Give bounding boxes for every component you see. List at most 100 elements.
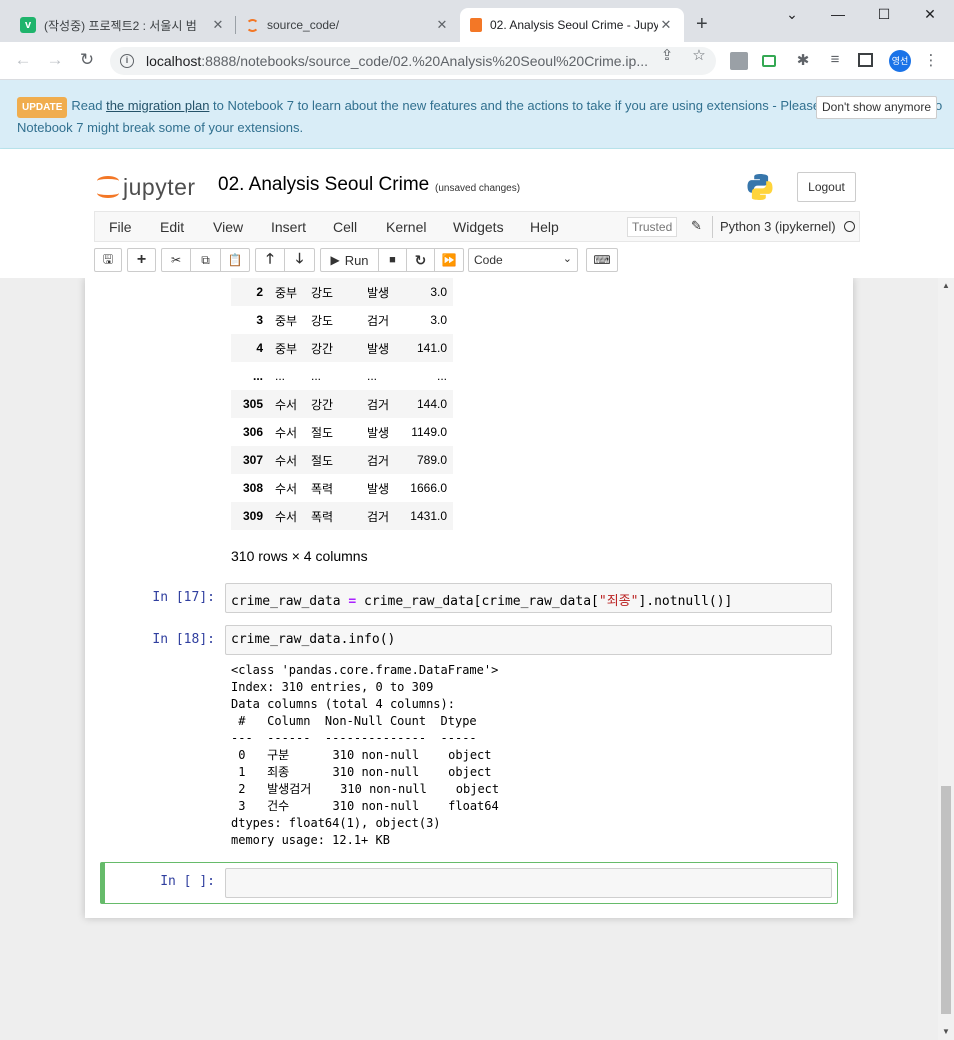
move-up-icon[interactable]: 🡑 <box>256 249 285 271</box>
vrew-v-icon: v <box>20 17 36 33</box>
row-index: 3 <box>256 313 263 327</box>
minimize-icon[interactable]: — <box>828 6 848 22</box>
browser-tab[interactable]: v (작성중) 프로젝트2 : 서울시 범 ✕ <box>10 8 236 42</box>
migration-plan-link[interactable]: the migration plan <box>106 98 209 113</box>
table-cell: 중부 <box>275 313 298 328</box>
jupyter-logo[interactable]: jupyter <box>97 172 196 202</box>
reload-icon[interactable]: ↻ <box>76 50 98 70</box>
forward-icon[interactable]: → <box>44 50 66 70</box>
menu-file[interactable]: File <box>109 219 132 235</box>
code-token: crime_raw_data <box>231 594 349 609</box>
table-cell: 강도 <box>305 278 361 306</box>
code-token: crime_raw_data[crime_raw_data[ <box>356 594 599 609</box>
row-index: 4 <box>231 334 269 362</box>
scrollbar-thumb[interactable] <box>941 786 951 1014</box>
share-icon[interactable]: ⇪ <box>657 46 677 64</box>
trusted-indicator[interactable]: Trusted <box>627 217 678 237</box>
table-cell: 발생 <box>361 278 401 306</box>
browser-tab[interactable]: source_code/ ✕ <box>236 8 460 42</box>
restart-icon[interactable]: ↻ <box>407 249 435 271</box>
move-down-icon[interactable]: 🡓 <box>285 249 314 271</box>
site-info-icon[interactable]: i <box>120 54 134 68</box>
run-label: Run <box>344 252 369 268</box>
notebook-name[interactable]: 02. Analysis Seoul Crime <box>218 174 429 196</box>
dont-show-anymore-button[interactable]: Don't show anymore <box>816 96 937 119</box>
tab-title: 02. Analysis Seoul Crime - Jupy <box>490 18 658 32</box>
keyboard-shortcuts-icon[interactable]: ⌨ <box>587 249 617 271</box>
table-cell: 수서 <box>275 425 298 440</box>
maximize-icon[interactable]: ☐ <box>874 6 894 23</box>
menu-kernel[interactable]: Kernel <box>386 219 426 235</box>
close-icon[interactable]: ✕ <box>210 17 226 33</box>
menu-cell[interactable]: Cell <box>333 219 357 235</box>
table-cell: 발생 <box>367 481 390 496</box>
table-row: ............... <box>231 362 453 390</box>
address-bar[interactable]: i localhost:8888/notebooks/source_code/0… <box>110 47 716 75</box>
new-tab-icon[interactable]: + <box>696 14 708 34</box>
chevron-down-icon: ⌄ <box>562 253 572 265</box>
menubar: File Edit View Insert Cell Kernel Widget… <box>94 211 860 242</box>
menu-help[interactable]: Help <box>530 219 559 235</box>
extension-green-icon[interactable] <box>762 55 776 67</box>
info-output: <class 'pandas.core.frame.DataFrame'> In… <box>231 663 500 847</box>
code-input[interactable]: crime_raw_data.info() <box>225 625 832 655</box>
profile-avatar[interactable]: 영선 <box>889 50 911 72</box>
scroll-up-icon[interactable]: ▲ <box>938 281 954 290</box>
edit-pencil-icon[interactable]: ✎ <box>691 218 702 234</box>
cell-type-select[interactable]: Code ⌄ <box>468 248 578 272</box>
extension-icon[interactable] <box>730 52 748 70</box>
table-cell: 수서 <box>275 481 298 496</box>
logout-button[interactable]: Logout <box>797 172 856 202</box>
table-cell: 1149.0 <box>411 425 447 439</box>
menu-insert[interactable]: Insert <box>271 219 306 235</box>
kernel-idle-icon <box>844 221 855 232</box>
empty-code-input[interactable] <box>225 868 832 898</box>
table-cell: 강도 <box>311 313 334 328</box>
code-string: "죄종" <box>598 594 639 609</box>
table-cell: 3.0 <box>430 313 447 327</box>
scroll-down-icon[interactable]: ▼ <box>938 1027 954 1036</box>
table-cell: 중부 <box>269 334 305 362</box>
menu-view[interactable]: View <box>213 219 243 235</box>
table-cell: 수서 <box>269 502 305 530</box>
side-panel-icon[interactable] <box>858 53 873 67</box>
fast-forward-icon[interactable]: ⏩ <box>435 249 463 271</box>
browser-toolbar: ← → ↻ i localhost:8888/notebooks/source_… <box>0 42 954 80</box>
save-icon[interactable]: 🖫 <box>95 249 121 271</box>
window-close-icon[interactable]: ✕ <box>920 6 940 23</box>
tab-search-icon[interactable]: ⌄ <box>782 6 802 23</box>
media-queue-icon[interactable]: ≡ <box>825 51 845 68</box>
table-cell: 141.0 <box>401 334 453 362</box>
paste-icon[interactable]: 📋 <box>221 249 249 271</box>
run-button[interactable]: ▶ Run <box>321 249 379 271</box>
stop-icon[interactable]: ■ <box>379 249 407 271</box>
menu-edit[interactable]: Edit <box>160 219 184 235</box>
python-logo-icon <box>747 174 773 200</box>
extensions-puzzle-icon[interactable]: ✱ <box>793 51 813 69</box>
notebook-scrollbar[interactable]: ▲ ▼ <box>938 278 954 1040</box>
row-index: 306 <box>242 425 263 439</box>
menu-widgets[interactable]: Widgets <box>453 219 504 235</box>
save-button-group: 🖫 <box>94 248 122 272</box>
table-cell: ... <box>367 369 378 383</box>
insert-cell-icon[interactable]: + <box>128 249 155 271</box>
code-token: ].notnull()] <box>638 594 733 609</box>
code-input[interactable]: crime_raw_data = crime_raw_data[crime_ra… <box>225 583 832 613</box>
table-row: 309 수서 폭력 검거 1431.0 <box>231 502 453 530</box>
table-row: 2 중부 강도 발생 3.0 <box>231 278 453 306</box>
kebab-menu-icon[interactable]: ⋮ <box>921 51 941 69</box>
insert-button-group: + <box>127 248 156 272</box>
close-icon[interactable]: ✕ <box>658 17 674 33</box>
back-icon[interactable]: ← <box>12 50 34 70</box>
browser-tab-active[interactable]: 02. Analysis Seoul Crime - Jupy ✕ <box>460 8 684 42</box>
copy-icon[interactable]: ⧉ <box>191 249 221 271</box>
table-cell: 수서 <box>269 446 305 474</box>
kernel-name[interactable]: Python 3 (ipykernel) <box>720 219 836 234</box>
close-icon[interactable]: ✕ <box>434 17 450 33</box>
bookmark-star-icon[interactable]: ☆ <box>689 46 709 64</box>
jupyter-logo-icon <box>97 174 119 200</box>
cut-icon[interactable]: ✂ <box>162 249 191 271</box>
update-badge: UPDATE <box>17 97 68 118</box>
notebook-area: 2 중부 강도 발생 3.0 3 중부 강도 검거 3.0 4 중부 강간 발생 141.0........… <box>0 278 938 1040</box>
row-index: 309 <box>231 502 269 530</box>
